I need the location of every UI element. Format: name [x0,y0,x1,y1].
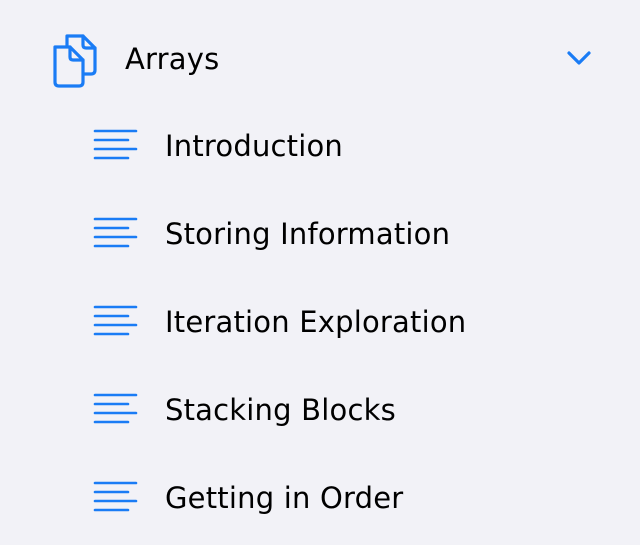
list-item-stacking-blocks[interactable]: Stacking Blocks [0,366,640,454]
list-item-getting-in-order[interactable]: Getting in Order [0,454,640,542]
list-item-label: Introduction [165,129,344,163]
documents-icon [50,30,102,88]
text-lines-icon [92,126,140,168]
list-item-label: Stacking Blocks [165,393,396,427]
text-lines-icon [92,214,140,256]
text-lines-icon [92,478,140,520]
list-item-iteration-exploration[interactable]: Iteration Exploration [0,278,640,366]
list-item-label: Storing Information [165,217,451,251]
section-title: Arrays [125,42,220,76]
text-lines-icon [92,302,140,344]
text-lines-icon [92,390,140,432]
list-item-label: Iteration Exploration [165,305,467,339]
list-item-storing-information[interactable]: Storing Information [0,190,640,278]
chevron-down-icon[interactable] [564,46,594,70]
sidebar-outline: Arrays Introduction Storing Information … [0,0,640,545]
section-header-arrays[interactable]: Arrays [0,20,640,100]
list-item-label: Getting in Order [165,481,404,515]
list-item-introduction[interactable]: Introduction [0,102,640,190]
